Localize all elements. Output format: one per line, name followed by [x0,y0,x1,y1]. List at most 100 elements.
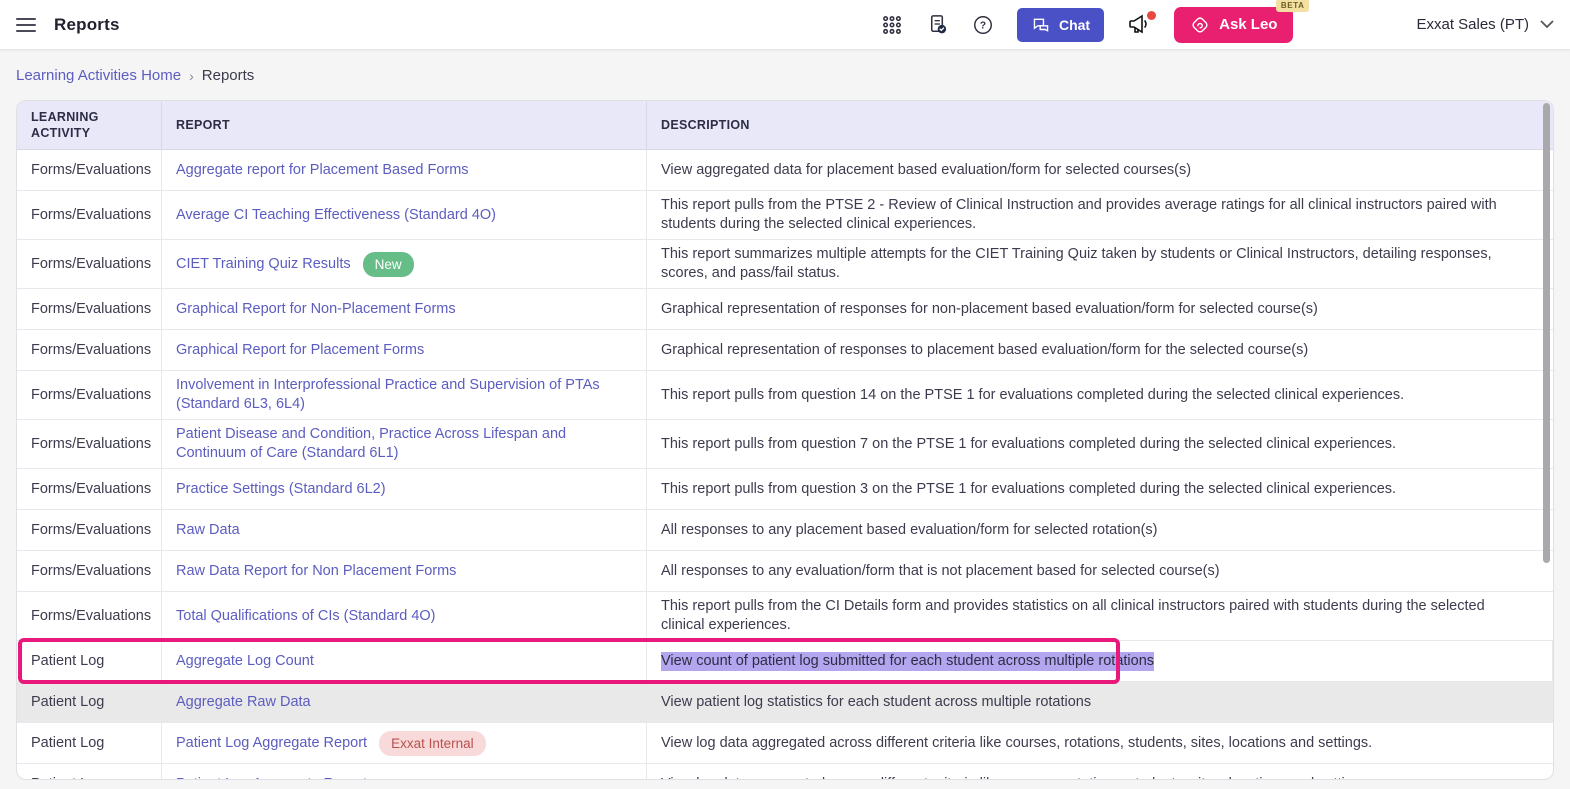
table-body: Forms/Evaluations Aggregate report for P… [17,150,1553,780]
description-cell: View patient log statistics for each stu… [647,682,1553,722]
table-row: Forms/Evaluations Practice Settings (Sta… [17,469,1553,510]
table-row: Forms/Evaluations Graphical Report for N… [17,289,1553,330]
report-cell: Average CI Teaching Effectiveness (Stand… [162,191,647,239]
report-check-icon[interactable] [926,13,949,36]
table-row: Forms/Evaluations Patient Disease and Co… [17,420,1553,469]
table-row: Forms/Evaluations CIET Training Quiz Res… [17,240,1553,289]
report-link[interactable]: Practice Settings (Standard 6L2) [176,480,386,499]
report-link[interactable]: Aggregate Raw Data [176,693,311,712]
description-cell: This report pulls from the PTSE 2 - Revi… [661,197,1497,232]
report-cell: Raw Data Report for Non Placement Forms [162,551,647,591]
table-row: Forms/Evaluations Average CI Teaching Ef… [17,191,1553,240]
report-link[interactable]: Aggregate report for Placement Based For… [176,161,469,180]
vertical-scrollbar[interactable] [1543,103,1550,563]
report-link[interactable]: Patient Log Aggregate Report [176,775,367,780]
account-dropdown[interactable]: Exxat Sales (PT) [1416,16,1554,33]
report-cell: Practice Settings (Standard 6L2) [162,469,647,509]
chat-button[interactable]: Chat [1016,7,1105,42]
account-name: Exxat Sales (PT) [1416,16,1529,33]
report-link[interactable]: Average CI Teaching Effectiveness (Stand… [176,206,496,225]
learning-activity-cell: Patient Log [17,764,162,779]
description-cell: View aggregated data for placement based… [661,161,1192,178]
description-cell: View count of patient log submitted for … [647,641,1553,681]
report-link[interactable]: Patient Disease and Condition, Practice … [176,425,632,463]
apps-grid-icon[interactable] [881,14,903,36]
column-header-description: DESCRIPTION [661,118,750,132]
learning-activity-cell: Forms/Evaluations [17,150,162,190]
learning-activity-cell: Forms/Evaluations [17,469,162,509]
report-link[interactable]: Total Qualifications of CIs (Standard 4O… [176,607,436,626]
breadcrumb-home-link[interactable]: Learning Activities Home [16,67,181,84]
ask-leo-button[interactable]: Ask Leo BETA [1174,0,1310,43]
megaphone-icon[interactable] [1127,10,1157,36]
table-row: Patient Log Aggregate Raw Data View pati… [17,682,1553,723]
learning-activity-cell: Forms/Evaluations [17,420,162,468]
page-title: Reports [54,14,120,34]
breadcrumb: Learning Activities Home › Reports [0,50,1570,100]
report-cell: Patient Log Aggregate Report Exxat Inter… [162,723,647,763]
description-cell: View log data aggregated across differen… [647,764,1553,780]
table-row: Patient Log Aggregate Log Count View cou… [17,638,1553,684]
table-row: Patient Log Patient Log Aggregate Report… [17,764,1553,780]
leo-logo-icon [1190,15,1210,35]
report-link[interactable]: Aggregate Log Count [176,652,314,671]
report-badge: Exxat Internal [379,730,486,756]
description-cell: All responses to any placement based eva… [661,521,1158,538]
report-badge: New [362,251,414,277]
table-row: Forms/Evaluations Graphical Report for P… [17,330,1553,371]
learning-activity-cell: Forms/Evaluations [17,191,162,239]
table-row: Forms/Evaluations Aggregate report for P… [17,150,1553,191]
report-cell: CIET Training Quiz Results New [162,240,647,288]
description-cell: Graphical representation of responses fo… [661,300,1318,317]
table-header-row: LEARNING ACTIVITY REPORT DESCRIPTION [17,101,1553,150]
learning-activity-cell: Patient Log [17,723,162,763]
report-link[interactable]: Graphical Report for Non-Placement Forms [176,300,456,319]
description-cell: This report pulls from question 14 on th… [661,386,1405,403]
learning-activity-cell: Forms/Evaluations [17,551,162,591]
learning-activity-cell: Patient Log [17,641,162,681]
table-row: Forms/Evaluations Total Qualifications o… [17,592,1553,641]
learning-activity-cell: Forms/Evaluations [17,330,162,370]
learning-activity-cell: Forms/Evaluations [17,510,162,550]
report-cell: Graphical Report for Non-Placement Forms [162,289,647,329]
column-header-learning-activity: LEARNING ACTIVITY [17,101,162,149]
report-cell: Raw Data [162,510,647,550]
description-cell: This report pulls from question 3 on the… [661,480,1397,497]
notification-dot [1147,10,1157,20]
top-bar: Reports ? Chat Ask Leo BETA Exxat Sales … [0,0,1570,50]
chevron-down-icon [1540,20,1554,29]
report-link[interactable]: Patient Log Aggregate Report [176,734,367,753]
learning-activity-cell: Patient Log [17,682,162,722]
report-cell: Involvement in Interprofessional Practic… [162,371,647,419]
report-cell: Aggregate report for Placement Based For… [162,150,647,190]
selected-description-text: View count of patient log submitted for … [661,651,1155,671]
table-row: Forms/Evaluations Raw Data Report for No… [17,551,1553,592]
description-cell: View log data aggregated across differen… [661,734,1373,751]
learning-activity-cell: Forms/Evaluations [17,592,162,640]
description-cell: This report summarizes multiple attempts… [661,246,1492,281]
report-cell: Total Qualifications of CIs (Standard 4O… [162,592,647,640]
report-link[interactable]: Raw Data Report for Non Placement Forms [176,562,456,581]
table-row: Forms/Evaluations Raw Data All responses… [17,510,1553,551]
report-link[interactable]: CIET Training Quiz Results [176,255,351,274]
help-icon[interactable]: ? [972,14,994,36]
breadcrumb-current: Reports [201,67,255,84]
svg-text:?: ? [980,20,986,31]
report-cell: Patient Log Aggregate Report [162,764,647,780]
report-link[interactable]: Raw Data [176,521,240,540]
chat-button-label: Chat [1058,16,1091,33]
hamburger-menu-icon[interactable] [16,17,36,32]
description-cell: This report pulls from the CI Details fo… [661,598,1485,633]
learning-activity-cell: Forms/Evaluations [17,371,162,419]
beta-badge: BETA [1275,0,1310,12]
report-cell: Graphical Report for Placement Forms [162,330,647,370]
learning-activity-cell: Forms/Evaluations [17,240,162,288]
table-row: Forms/Evaluations Involvement in Interpr… [17,371,1553,420]
report-cell: Aggregate Raw Data [162,682,647,722]
description-cell: Graphical representation of responses to… [661,341,1309,358]
reports-table: LEARNING ACTIVITY REPORT DESCRIPTION For… [16,100,1554,780]
ask-leo-label: Ask Leo [1219,16,1278,33]
report-link[interactable]: Graphical Report for Placement Forms [176,341,424,360]
report-link[interactable]: Involvement in Interprofessional Practic… [176,376,632,414]
column-header-report: REPORT [162,101,647,149]
